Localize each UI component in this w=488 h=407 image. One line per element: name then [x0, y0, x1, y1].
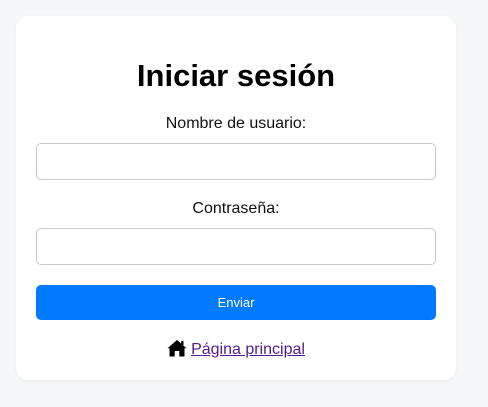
password-label: Contraseña: [192, 200, 280, 217]
password-field[interactable] [36, 228, 436, 265]
home-link-row: Página principal [16, 339, 456, 360]
home-link[interactable]: Página principal [191, 341, 305, 358]
login-card: Iniciar sesión Nombre de usuario: Contra… [16, 16, 456, 380]
submit-button[interactable]: Enviar [36, 285, 436, 320]
username-field[interactable] [36, 143, 436, 180]
page-title: Iniciar sesión [136, 58, 336, 93]
username-label: Nombre de usuario: [165, 115, 307, 132]
home-icon[interactable] [167, 339, 187, 357]
